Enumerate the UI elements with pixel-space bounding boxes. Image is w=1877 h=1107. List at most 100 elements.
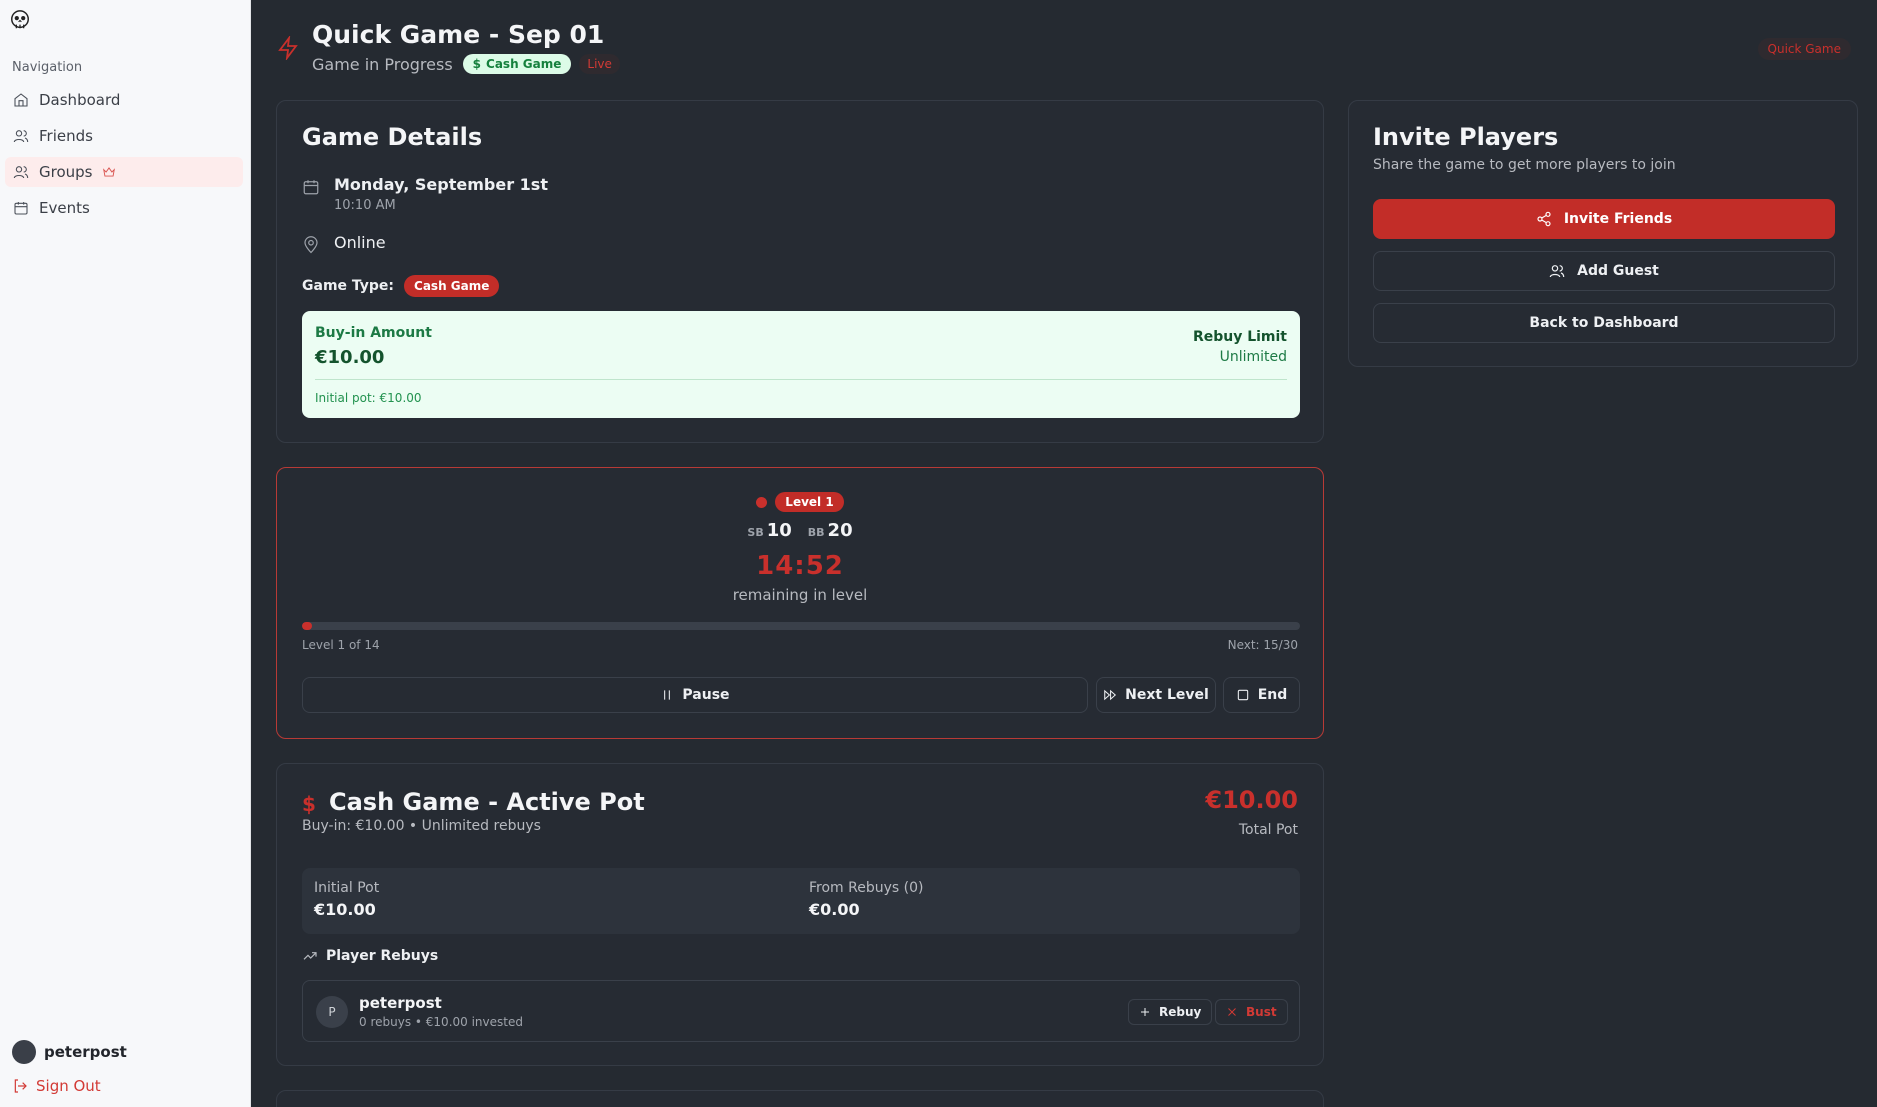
end-button[interactable]: End xyxy=(1223,677,1300,713)
big-blind-label: BB xyxy=(807,526,825,539)
total-pot-label: Total Pot xyxy=(1238,822,1298,838)
fast-forward-icon xyxy=(1104,689,1117,701)
game-type-row: Game Type: Cash Game xyxy=(302,275,500,297)
dollar-icon: $ xyxy=(472,57,482,71)
divider xyxy=(315,379,1287,380)
lightning-icon xyxy=(278,36,298,60)
trending-up-icon xyxy=(303,952,317,960)
rebuy-button-label: Rebuy xyxy=(1159,1005,1202,1019)
sidebar-item-dashboard[interactable]: Dashboard xyxy=(5,85,243,115)
rebuy-limit-label: Rebuy Limit xyxy=(1192,329,1287,345)
initial-pot-stat: Initial Pot €10.00 xyxy=(314,880,379,919)
sidebar-item-label: Events xyxy=(39,199,90,217)
invite-players-card: Invite Players Share the game to get mor… xyxy=(1348,100,1858,367)
player-rebuys-label: Player Rebuys xyxy=(326,948,439,964)
rebuy-limit-value: Unlimited xyxy=(1219,349,1287,365)
sign-out-link[interactable]: Sign Out xyxy=(12,1077,101,1095)
sidebar-item-label: Friends xyxy=(39,127,93,145)
share-icon xyxy=(1537,211,1551,227)
plus-icon xyxy=(1141,1008,1149,1016)
sidebar-item-label: Groups xyxy=(39,163,93,181)
skull-logo-icon[interactable] xyxy=(9,9,31,31)
page-title: Quick Game - Sep 01 xyxy=(312,20,605,49)
game-details-card: Game Details Monday, September 1st 10:10… xyxy=(276,100,1324,443)
blind-timer-card: Level 1 SB 10 BB 20 14:52 remaining in l… xyxy=(276,467,1324,739)
avatar xyxy=(12,1040,36,1064)
date-row: Monday, September 1st 10:10 AM xyxy=(302,175,548,213)
buyin-label: Buy-in Amount xyxy=(315,325,432,341)
total-pot-amount: €10.00 xyxy=(1205,786,1298,814)
close-icon xyxy=(1228,1008,1236,1016)
cash-game-badge: $ Cash Game xyxy=(462,54,572,74)
rebuy-button[interactable]: Rebuy xyxy=(1128,999,1213,1025)
users-icon xyxy=(13,166,29,179)
game-type-label: Game Type: xyxy=(302,278,395,294)
level-count: Level 1 of 14 xyxy=(302,638,380,652)
level-progress-bar xyxy=(302,622,1300,630)
from-rebuys-value: €0.00 xyxy=(809,900,860,919)
initial-pot-label: Initial Pot xyxy=(314,880,380,896)
small-blind-value: 10 xyxy=(766,520,792,541)
calendar-icon xyxy=(303,180,319,195)
back-to-dashboard-button[interactable]: Back to Dashboard xyxy=(1373,303,1835,343)
player-rebuys-heading: Player Rebuys xyxy=(302,948,438,964)
live-dot xyxy=(756,496,768,508)
page-subtitle: Game in Progress $ Cash Game Live xyxy=(312,54,620,74)
add-guest-button[interactable]: Add Guest xyxy=(1373,251,1835,291)
pause-button[interactable]: Pause xyxy=(302,677,1088,713)
initial-pot-value: €10.00 xyxy=(314,900,376,919)
cash-game-badge-label: Cash Game xyxy=(486,57,562,71)
player-meta: 0 rebuys • €10.00 invested xyxy=(359,1015,523,1029)
live-badge: Live xyxy=(579,54,620,74)
level-indicator: Level 1 xyxy=(277,492,1323,512)
page-header: Quick Game - Sep 01 Game in Progress $ Ca… xyxy=(251,0,1877,92)
bust-button[interactable]: Bust xyxy=(1215,999,1288,1025)
invite-title: Invite Players xyxy=(1373,123,1559,151)
users-icon xyxy=(1549,265,1565,278)
users-icon xyxy=(13,130,29,143)
user-profile[interactable]: peterpost xyxy=(12,1040,127,1064)
next-blinds: Next: 15/30 xyxy=(1227,638,1298,652)
stop-icon xyxy=(1237,689,1248,701)
sidebar-item-events[interactable]: Events xyxy=(5,193,243,223)
buyin-amount: €10.00 xyxy=(315,347,385,368)
next-section-card xyxy=(276,1090,1324,1107)
player-name: peterpost xyxy=(359,994,442,1012)
pot-stats: Initial Pot €10.00 From Rebuys (0) €0.00 xyxy=(302,868,1300,934)
game-time: 10:10 AM xyxy=(334,198,396,213)
pause-button-label: Pause xyxy=(682,687,730,703)
bust-button-label: Bust xyxy=(1246,1005,1277,1019)
game-location: Online xyxy=(334,233,386,252)
active-pot-card: $ Cash Game - Active Pot Buy-in: €10.00 … xyxy=(276,763,1324,1066)
blinds: SB 10 BB 20 xyxy=(277,520,1323,541)
game-date: Monday, September 1st xyxy=(334,175,548,194)
clock-caption: remaining in level xyxy=(732,586,868,604)
game-status: Game in Progress xyxy=(312,54,453,74)
pot-subtitle: Buy-in: €10.00 • Unlimited rebuys xyxy=(302,818,541,834)
sidebar-item-friends[interactable]: Friends xyxy=(5,121,243,151)
rebuys-stat: From Rebuys (0) €0.00 xyxy=(809,880,923,919)
add-guest-label: Add Guest xyxy=(1577,263,1659,279)
end-button-label: End xyxy=(1257,687,1288,703)
level-badge: Level 1 xyxy=(775,492,844,512)
from-rebuys-label: From Rebuys (0) xyxy=(809,880,924,896)
sidebar-item-groups[interactable]: Groups xyxy=(5,157,243,187)
back-to-dashboard-label: Back to Dashboard xyxy=(1529,315,1679,331)
home-icon xyxy=(14,93,28,107)
username: peterpost xyxy=(44,1043,127,1061)
quick-game-badge: Quick Game xyxy=(1757,38,1851,60)
invite-friends-button[interactable]: Invite Friends xyxy=(1373,199,1835,239)
list-item: P peterpost 0 rebuys • €10.00 invested R… xyxy=(302,980,1300,1042)
location-row: Online xyxy=(302,233,386,254)
game-details-title: Game Details xyxy=(302,123,483,151)
invite-subtitle: Share the game to get more players to jo… xyxy=(1373,157,1676,173)
level-clock: 14:52 xyxy=(756,551,844,581)
game-type-badge: Cash Game xyxy=(404,275,500,297)
pause-icon xyxy=(664,690,671,700)
avatar: P xyxy=(316,996,348,1028)
logout-icon xyxy=(14,1079,27,1093)
location-pin-icon xyxy=(304,236,318,254)
sidebar-item-label: Dashboard xyxy=(39,91,121,109)
next-level-button[interactable]: Next Level xyxy=(1096,677,1216,713)
nav-heading: Navigation xyxy=(12,60,83,75)
